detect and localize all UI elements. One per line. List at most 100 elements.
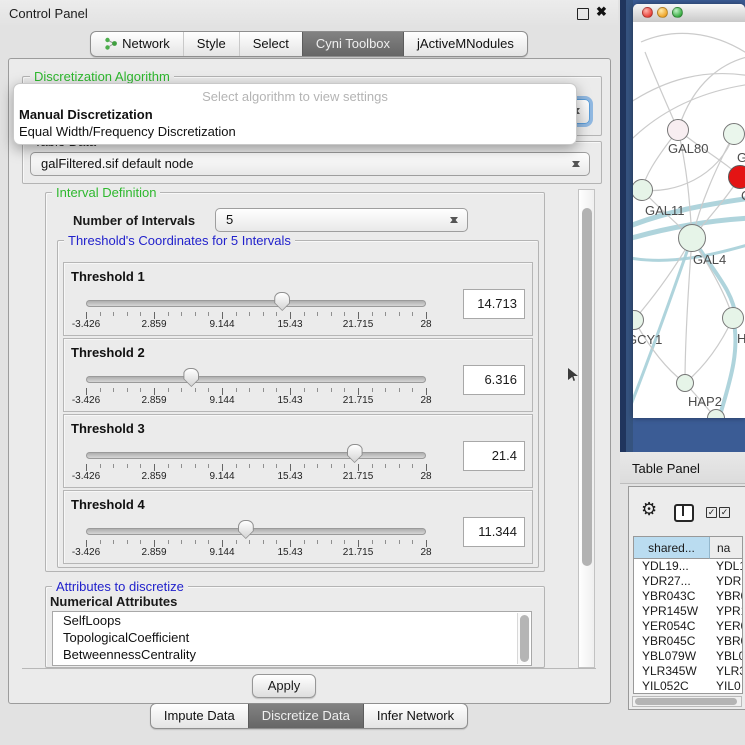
apply-button[interactable]: Apply: [252, 674, 316, 698]
network-node[interactable]: [722, 307, 744, 329]
threshold-slider-thumb[interactable]: [183, 368, 199, 387]
column-header-name[interactable]: na: [710, 537, 743, 559]
slider-tick: [208, 464, 209, 468]
slider-tick: [140, 540, 141, 544]
slider-tick: [222, 540, 223, 547]
threshold-label: Threshold 1: [71, 269, 145, 284]
threshold-slider-track[interactable]: [86, 528, 426, 535]
slider-tick: [100, 312, 101, 316]
table-row[interactable]: YBR045CYBR0: [634, 634, 743, 649]
slider-tick: [263, 312, 264, 316]
column-layout-icon[interactable]: [674, 504, 694, 522]
network-node[interactable]: [678, 224, 706, 252]
slider-tick: [113, 388, 114, 392]
network-canvas[interactable]: GAL80GCGAL11GAL4GCY1HHAP2: [633, 22, 745, 418]
threshold-value-input[interactable]: 14.713: [463, 289, 525, 319]
control-panel-titlebar: Control Panel ✖: [0, 0, 618, 27]
attribute-list-item[interactable]: BetweennessCentrality: [53, 646, 531, 663]
select-all-checkbox-icon[interactable]: ✓: [706, 507, 717, 518]
number-of-intervals-combobox[interactable]: 5: [215, 208, 468, 232]
slider-tick: [317, 540, 318, 544]
select-none-checkbox-icon[interactable]: ✓: [719, 507, 730, 518]
network-node[interactable]: [667, 119, 689, 141]
popup-option-manual-discretization[interactable]: Manual Discretization: [18, 107, 572, 122]
slider-tick: [399, 388, 400, 392]
tab-style[interactable]: Style: [183, 32, 239, 56]
slider-tick-label: 15.43: [277, 395, 302, 406]
cell-shared-name: YIL052C: [642, 679, 689, 694]
table-row[interactable]: YPR145WYPR1: [634, 604, 743, 619]
list-scrollbar[interactable]: [517, 613, 530, 664]
slider-tick: [181, 312, 182, 316]
slider-tick: [372, 464, 373, 468]
table-row[interactable]: YER054CYER0: [634, 619, 743, 634]
tab-select[interactable]: Select: [239, 32, 302, 56]
threshold-slider-thumb[interactable]: [274, 292, 290, 311]
tab-impute-data[interactable]: Impute Data: [151, 704, 248, 728]
table-row[interactable]: YIL052CYIL0: [634, 679, 743, 694]
node-table[interactable]: shared... na YDL19...YDL1YDR27...YDR2YBR…: [633, 536, 743, 694]
cell-name: YBR0: [716, 589, 743, 604]
slider-tick: [344, 464, 345, 468]
column-header-shared-name[interactable]: shared...: [634, 537, 710, 559]
slider-tick: [304, 312, 305, 316]
threshold-slider-thumb[interactable]: [347, 444, 363, 463]
slider-tick: [168, 388, 169, 392]
table-row[interactable]: YBR043CYBR0: [634, 589, 743, 604]
slider-tick-label: 2.859: [141, 319, 166, 330]
network-view-window[interactable]: GAL80GCGAL11GAL4GCY1HHAP2: [633, 4, 745, 418]
table-row[interactable]: YLR345WYLR3: [634, 664, 743, 679]
popup-option-equal-width-frequency[interactable]: Equal Width/Frequency Discretization: [18, 124, 572, 139]
settings-scrollbar-thumb[interactable]: [582, 208, 592, 566]
network-node-label: G: [737, 150, 745, 165]
network-node[interactable]: [676, 374, 694, 392]
slider-tick: [358, 388, 359, 395]
tab-discretize-data[interactable]: Discretize Data: [248, 704, 363, 728]
table-data-combobox-value: galFiltered.sif default node: [41, 156, 193, 171]
table-row[interactable]: YBL079WYBL0: [634, 649, 743, 664]
slider-tick: [140, 464, 141, 468]
table-row[interactable]: YDL19...YDL1: [634, 559, 743, 574]
slider-tick: [195, 540, 196, 544]
threshold-value-input[interactable]: 21.4: [463, 441, 525, 471]
table-horizontal-scrollbar[interactable]: [632, 696, 742, 707]
table-horizontal-scrollbar-thumb[interactable]: [635, 698, 737, 705]
tab-jactivemnodules[interactable]: jActiveMNodules: [403, 32, 527, 56]
threshold-slider-track[interactable]: [86, 376, 426, 383]
attribute-list-item[interactable]: SelfLoops: [53, 612, 531, 629]
close-button[interactable]: [642, 7, 653, 18]
network-node-label: C: [741, 188, 745, 203]
minimize-button[interactable]: [657, 7, 668, 18]
slider-tick: [290, 464, 291, 471]
close-icon[interactable]: ✖: [596, 4, 607, 20]
threshold-value-input[interactable]: 6.316: [463, 365, 525, 395]
attribute-list-item[interactable]: TopologicalCoefficient: [53, 629, 531, 646]
threshold-slider-track[interactable]: [86, 300, 426, 307]
slider-tick: [412, 464, 413, 468]
slider-tick-label: 9.144: [209, 319, 234, 330]
table-data-combobox[interactable]: galFiltered.sif default node: [30, 152, 590, 176]
slider-tick: [208, 312, 209, 316]
network-node[interactable]: [728, 165, 745, 189]
slider-tick: [385, 388, 386, 392]
tab-infer-network[interactable]: Infer Network: [363, 704, 467, 728]
attributes-group-title: Attributes to discretize: [52, 579, 188, 594]
table-row[interactable]: YDR27...YDR2: [634, 574, 743, 589]
slider-tick: [113, 540, 114, 544]
slider-tick: [154, 312, 155, 319]
threshold-slider-track[interactable]: [86, 452, 426, 459]
settings-scrollbar[interactable]: [578, 189, 595, 668]
list-scrollbar-thumb[interactable]: [520, 615, 529, 662]
numerical-attributes-list[interactable]: SelfLoopsTopologicalCoefficientBetweenne…: [52, 611, 532, 666]
cell-name: YLR3: [716, 664, 743, 679]
tab-cyni-toolbox[interactable]: Cyni Toolbox: [302, 32, 403, 56]
tab-network[interactable]: Network: [91, 32, 183, 56]
zoom-button[interactable]: [672, 7, 683, 18]
settings-gear-icon[interactable]: ⚙: [641, 500, 657, 518]
float-window-icon[interactable]: [577, 8, 589, 20]
slider-tick: [249, 388, 250, 392]
threshold-slider-thumb[interactable]: [238, 520, 254, 539]
tab-impute-data-label: Impute Data: [164, 708, 235, 723]
network-node[interactable]: [723, 123, 745, 145]
threshold-value-input[interactable]: 11.344: [463, 517, 525, 547]
